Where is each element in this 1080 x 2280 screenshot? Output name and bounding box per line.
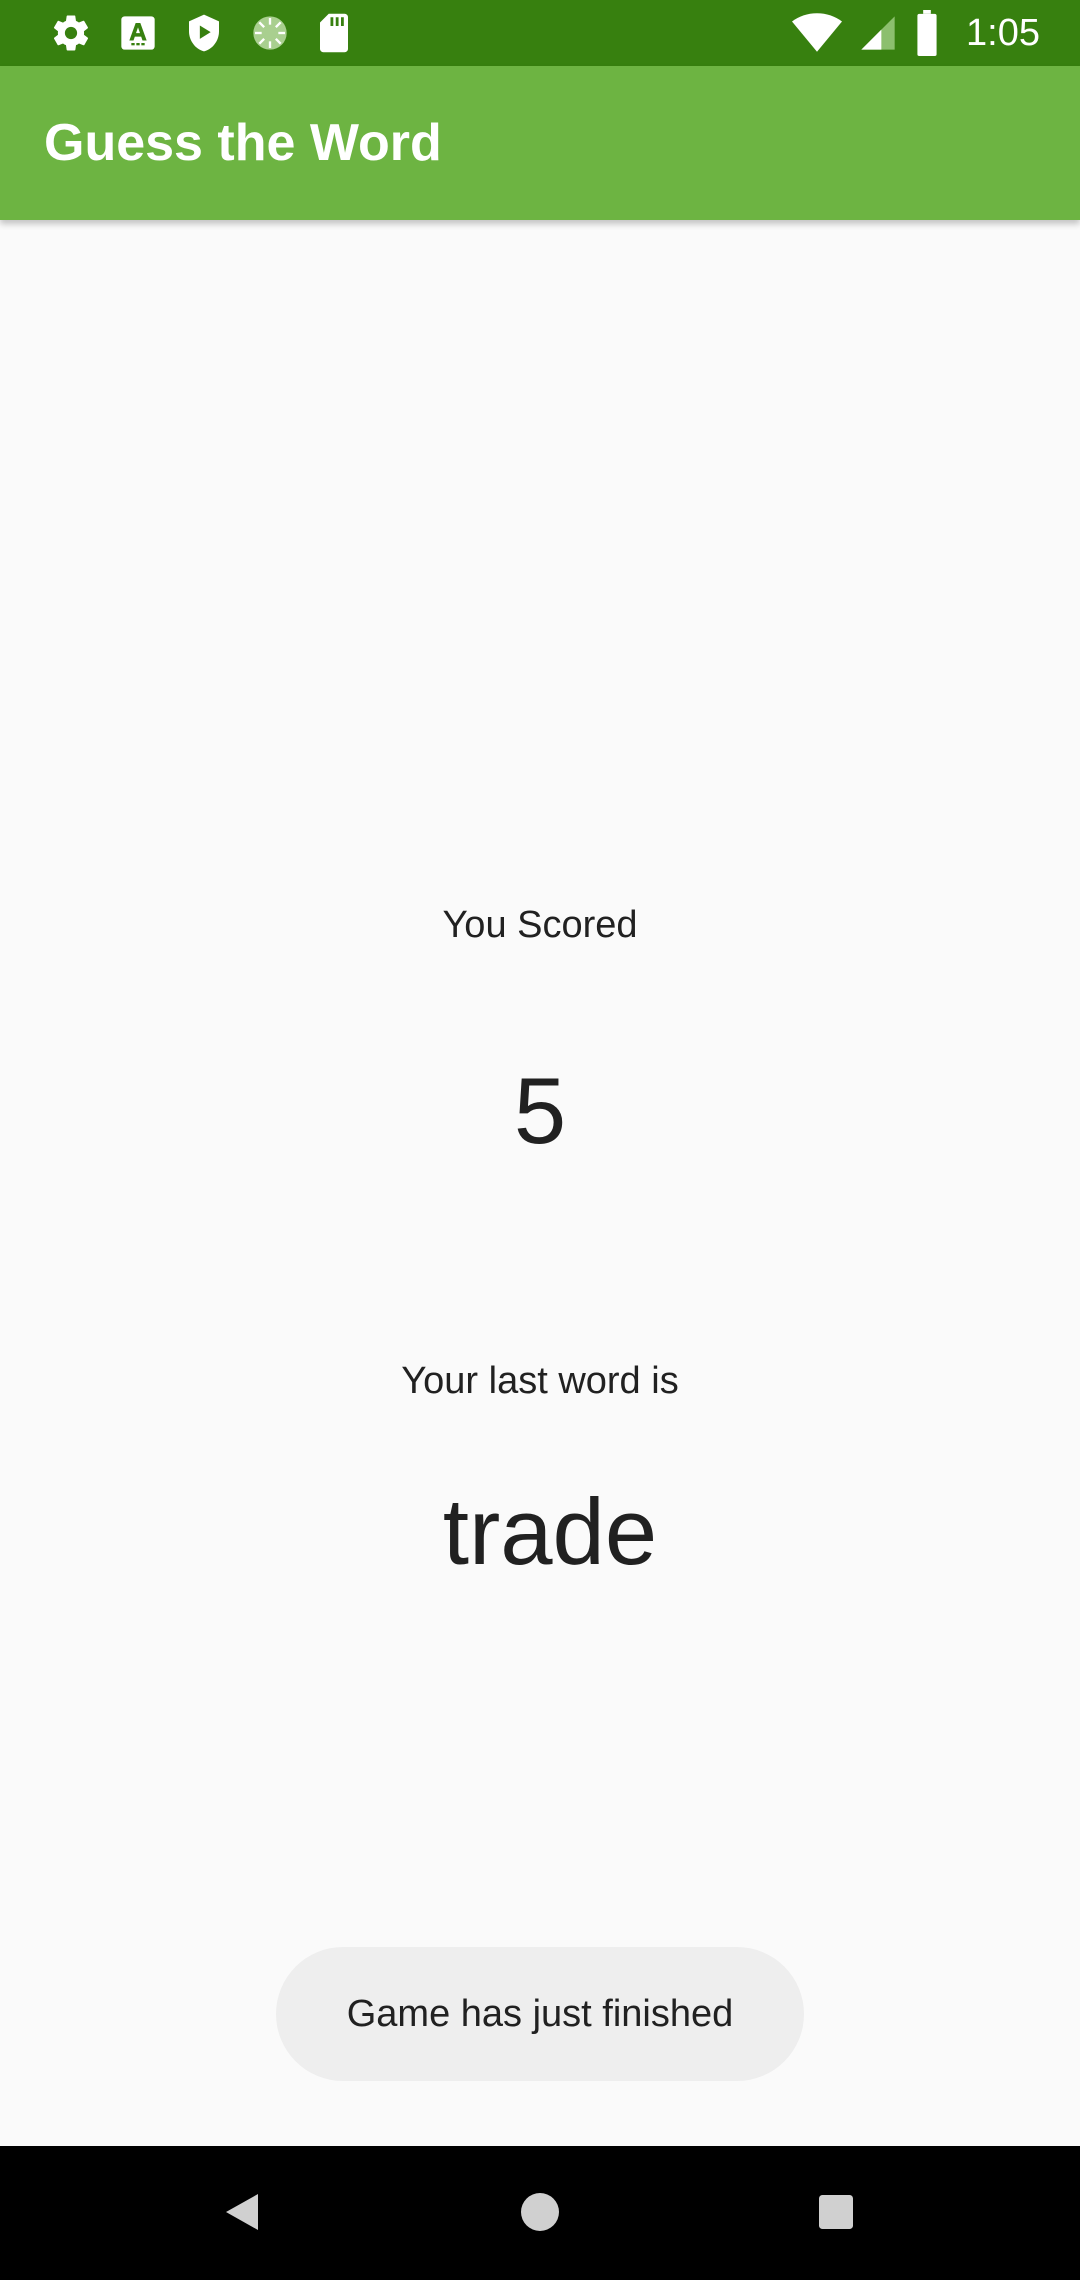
system-status: 1:05 (792, 10, 1040, 56)
app-bar: Guess the Word (0, 66, 1080, 220)
status-bar: 1:05 (0, 0, 1080, 66)
notification-icons (50, 12, 352, 54)
navigation-bar (0, 2146, 1080, 2280)
font-a-icon (118, 13, 158, 53)
recents-button[interactable] (804, 2182, 868, 2246)
clock: 1:05 (966, 12, 1040, 54)
battery-icon (914, 10, 940, 56)
shield-play-icon (184, 12, 224, 54)
app-title: Guess the Word (44, 114, 442, 172)
back-icon (224, 2192, 260, 2237)
home-button[interactable] (508, 2182, 572, 2246)
cell-signal-icon (858, 13, 898, 53)
toast-message: Game has just finished (346, 1992, 734, 2035)
recents-icon (819, 2194, 853, 2234)
last-word-value: trade (442, 1479, 658, 1584)
home-icon (521, 2192, 559, 2236)
back-button[interactable] (210, 2182, 274, 2246)
toast: Game has just finished (276, 1947, 804, 2081)
settings-icon (50, 12, 92, 54)
wifi-icon (792, 11, 843, 55)
score-screen: You Scored 5 Your last word is trade (0, 220, 1080, 2146)
score-value: 5 (513, 1058, 567, 1163)
last-word-label: Your last word is (401, 1360, 679, 1402)
sd-card-icon (316, 12, 352, 54)
sync-icon (250, 13, 290, 53)
score-label: You Scored (442, 904, 638, 946)
